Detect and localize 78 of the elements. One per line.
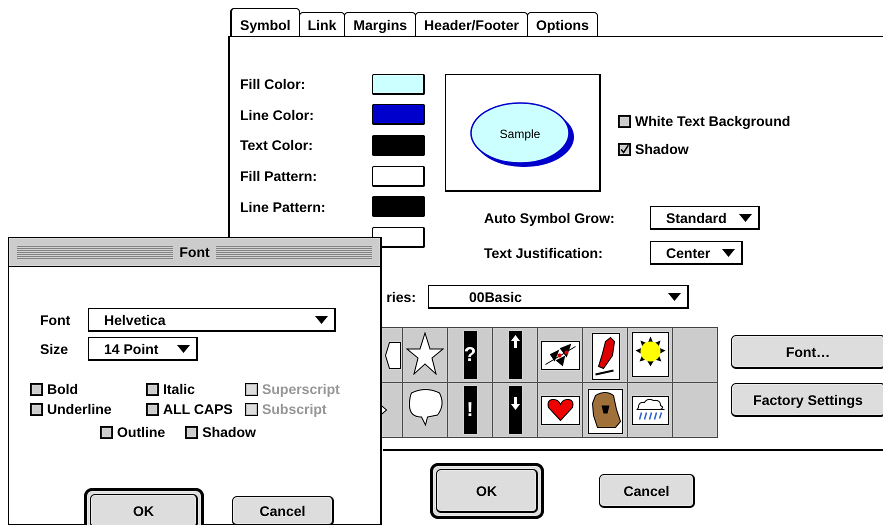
- checkbox-label: Superscript: [262, 381, 340, 397]
- arrow-down-icon: [509, 386, 522, 434]
- field-label: Line Pattern:: [240, 198, 327, 215]
- checkbox-label: ALL CAPS: [163, 401, 233, 417]
- palette-cell[interactable]: [403, 328, 447, 382]
- checkbox[interactable]: [185, 426, 198, 438]
- field-label: ries:: [385, 289, 416, 305]
- field-label: Fill Pattern:: [240, 168, 318, 184]
- field-label: Font: [40, 312, 72, 328]
- sample-text: Sample: [500, 127, 540, 141]
- color-swatch[interactable]: [372, 166, 425, 187]
- field-label: Text Color:: [240, 137, 314, 154]
- palette-cell[interactable]: [628, 328, 672, 382]
- dropdown[interactable]: 14 Point: [88, 337, 198, 361]
- checkbox-label: Underline: [47, 401, 112, 417]
- field-label: Size: [40, 341, 70, 357]
- checkbox[interactable]: [146, 382, 159, 396]
- palette-cell[interactable]: [673, 383, 717, 437]
- checkbox[interactable]: [618, 142, 631, 156]
- star-icon: [406, 332, 444, 375]
- caret-icon: [315, 316, 328, 324]
- checkbox-label: Bold: [47, 381, 78, 397]
- checkbox[interactable]: [100, 426, 113, 438]
- dropdown[interactable]: Helvetica: [88, 308, 336, 332]
- color-swatch[interactable]: [372, 74, 425, 95]
- cancel-button[interactable]: Cancel: [232, 496, 334, 525]
- arrow-up-icon: [509, 331, 522, 379]
- caret-icon: [722, 248, 736, 256]
- dropdown[interactable]: Center: [650, 241, 744, 265]
- palette-cell[interactable]: [403, 383, 447, 437]
- field-label: Line Color:: [240, 106, 315, 123]
- tab[interactable]: Symbol: [230, 8, 300, 36]
- field-label: Text Justification:: [484, 245, 604, 261]
- dropdown[interactable]: Standard: [650, 206, 760, 230]
- checkbox[interactable]: [30, 402, 43, 416]
- color-swatch[interactable]: [372, 104, 425, 126]
- ok-button[interactable]: OK: [436, 469, 538, 513]
- checkbox[interactable]: [146, 402, 159, 416]
- ok-button[interactable]: OK: [90, 494, 198, 525]
- caret-icon: [668, 292, 681, 300]
- color-swatch[interactable]: [372, 134, 425, 156]
- caret-icon: [177, 344, 190, 352]
- dropdown[interactable]: 00Basic: [428, 285, 689, 309]
- caret-icon: [738, 214, 752, 222]
- palette-cell[interactable]: [583, 383, 627, 437]
- field-label: Auto Symbol Grow:: [484, 210, 616, 226]
- palette-cell[interactable]: [538, 328, 582, 382]
- checkbox-label: Subscript: [262, 401, 327, 417]
- button[interactable]: Font…: [731, 335, 883, 369]
- tab[interactable]: Options: [526, 12, 598, 36]
- palette-cell[interactable]: [628, 383, 672, 437]
- palette-cell[interactable]: ?: [448, 328, 492, 382]
- checkbox-label: White Text Background: [635, 113, 790, 129]
- checkbox-label: Shadow: [202, 424, 256, 440]
- window-title: Font: [179, 244, 210, 260]
- field-label: Fill Color:: [240, 76, 306, 92]
- checkbox-label: Shadow: [635, 141, 689, 157]
- symbol-glyph[interactable]: !: [464, 386, 476, 434]
- palette-cell[interactable]: [583, 328, 627, 382]
- sun-icon: [632, 332, 668, 376]
- checkbox-label: Italic: [163, 381, 195, 397]
- speech-bubble-icon: [408, 387, 446, 426]
- symbol-glyph[interactable]: ?: [464, 331, 476, 379]
- palette-cell[interactable]: [493, 383, 537, 437]
- palette-cell[interactable]: [538, 383, 582, 437]
- checkbox[interactable]: [30, 382, 43, 396]
- palette-cell[interactable]: !: [448, 383, 492, 437]
- color-swatch[interactable]: [372, 196, 425, 218]
- color-swatch[interactable]: [372, 226, 425, 248]
- pentagon-icon: [384, 342, 400, 368]
- cancel-button[interactable]: Cancel: [599, 474, 695, 508]
- tab[interactable]: Margins: [344, 12, 416, 36]
- checkbox[interactable]: [618, 114, 631, 128]
- palette-cell[interactable]: [493, 328, 537, 382]
- rain-cloud-icon: [632, 396, 668, 424]
- checkbox-label: Outline: [117, 424, 166, 440]
- button[interactable]: Factory Settings: [731, 383, 883, 417]
- palette-cell[interactable]: [673, 328, 717, 382]
